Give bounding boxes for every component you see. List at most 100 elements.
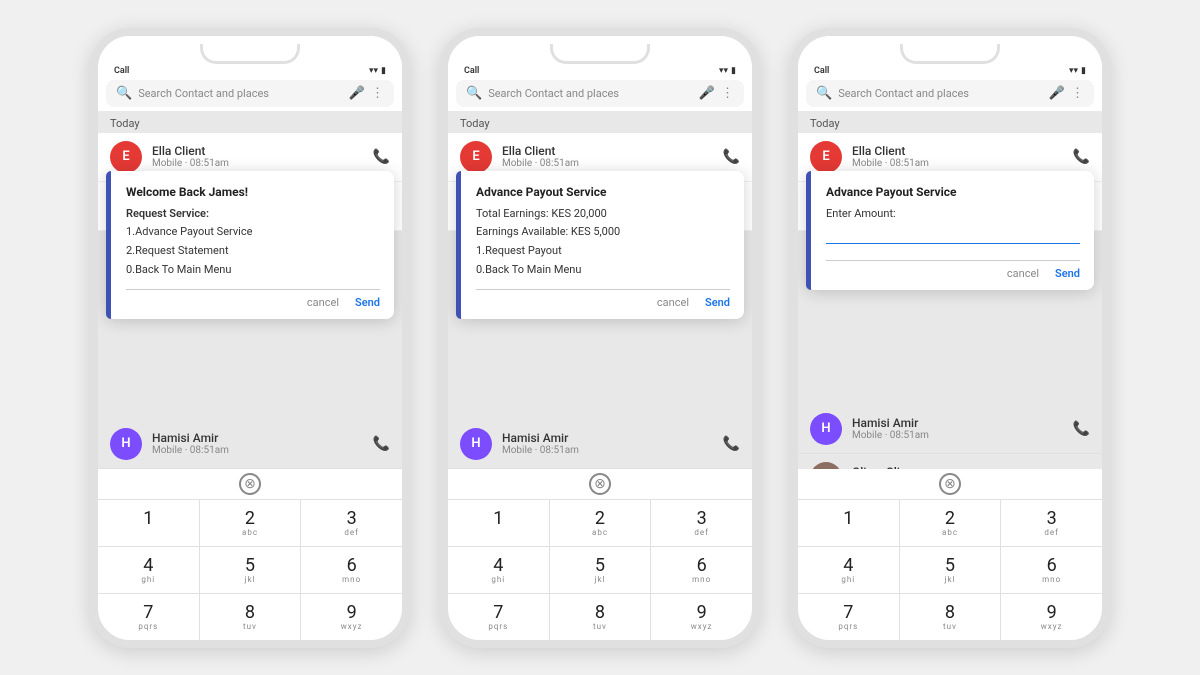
status-bar: Call ▾▾ ▮ [98, 64, 402, 80]
close-numpad-area: ⊗ [98, 469, 402, 499]
status-right: ▾▾ ▮ [719, 66, 736, 76]
send-button[interactable]: Send [705, 296, 730, 309]
contact-sub: Mobile · 08:51am [502, 445, 713, 456]
numpad-key-4[interactable]: 4 ghi [98, 547, 199, 593]
numpad-key-8[interactable]: 8 tuv [200, 594, 301, 640]
numpad-key-3[interactable]: 3 def [301, 500, 402, 546]
contact-sub: Mobile · 08:51am [152, 445, 363, 456]
numpad-key-2[interactable]: 2 abc [200, 500, 301, 546]
notch-area [98, 36, 402, 64]
numpad-key-4[interactable]: 4 ghi [798, 547, 899, 593]
dialog-content: Advance Payout ServiceEnter Amount: canc… [820, 185, 1080, 281]
close-numpad-button[interactable]: ⊗ [939, 473, 961, 495]
search-bar[interactable]: 🔍 Search Contact and places 🎤 ⋮ [106, 80, 394, 107]
numpad-key-5[interactable]: 5 jkl [900, 547, 1001, 593]
notch [550, 44, 650, 64]
dialog-content: Advance Payout Service Total Earnings: KE… [470, 185, 730, 310]
wifi-icon: ▾▾ [1069, 66, 1078, 76]
num-digit: 4 [843, 557, 853, 575]
dialog-overlay: Advance Payout Service Total Earnings: KE… [456, 171, 744, 320]
contact-info: Oliver Clive Mobile · 08:51am [852, 465, 1063, 469]
num-digit: 3 [697, 510, 707, 528]
dialog-overlay: Advance Payout ServiceEnter Amount: canc… [806, 171, 1094, 291]
numpad-key-2[interactable]: 2 abc [900, 500, 1001, 546]
num-digit: 8 [595, 604, 605, 622]
numpad-key-9[interactable]: 9 wxyz [301, 594, 402, 640]
numpad-key-1[interactable]: 1 [448, 500, 549, 546]
num-digit: 3 [347, 510, 357, 528]
dialog-line: Earnings Available: KES 5,000 [476, 223, 730, 242]
num-letters: abc [942, 528, 958, 538]
call-icon[interactable]: 📞 [373, 436, 390, 452]
numpad-key-6[interactable]: 6 mno [301, 547, 402, 593]
send-button[interactable]: Send [1055, 267, 1080, 280]
close-numpad-button[interactable]: ⊗ [589, 473, 611, 495]
num-digit: 6 [697, 557, 707, 575]
numpad-key-9[interactable]: 9 wxyz [651, 594, 752, 640]
numpad-key-5[interactable]: 5 jkl [200, 547, 301, 593]
call-icon[interactable]: 📞 [373, 149, 390, 165]
num-digit: 5 [945, 557, 955, 575]
dialog-body: Total Earnings: KES 20,000Earnings Avail… [476, 205, 730, 280]
num-digit: 7 [493, 604, 503, 622]
call-icon[interactable]: 📞 [1073, 421, 1090, 437]
search-placeholder: Search Contact and places [138, 87, 343, 100]
status-right: ▾▾ ▮ [369, 66, 386, 76]
call-icon[interactable]: 📞 [1073, 149, 1090, 165]
phone-body: Today E Ella Client Mobile · 08:51am 📞 A… [448, 111, 752, 469]
numpad-area: ⊗ 1 2 abc 3 def 4 ghi 5 jkl 6 mno 7 pqrs… [98, 469, 402, 640]
dialog-accent-bar [806, 171, 811, 291]
numpad-key-2[interactable]: 2 abc [550, 500, 651, 546]
num-letters: jkl [245, 575, 256, 585]
contact-item[interactable]: O Oliver Clive Mobile · 08:51am 📞 [798, 454, 1102, 469]
search-bar[interactable]: 🔍 Search Contact and places 🎤 ⋮ [806, 80, 1094, 107]
cancel-button[interactable]: cancel [657, 296, 689, 309]
num-digit: 5 [245, 557, 255, 575]
numpad-key-8[interactable]: 8 tuv [550, 594, 651, 640]
dialog-overlay: Welcome Back James!Request Service:1.Adv… [106, 171, 394, 320]
more-icon: ⋮ [721, 86, 734, 101]
num-digit: 1 [843, 510, 853, 528]
numpad-key-1[interactable]: 1 [798, 500, 899, 546]
numpad-area: ⊗ 1 2 abc 3 def 4 ghi 5 jkl 6 mno 7 pqrs… [448, 469, 752, 640]
dialog-line: Enter Amount: [826, 205, 1080, 224]
cancel-button[interactable]: cancel [1007, 267, 1039, 280]
numpad-key-6[interactable]: 6 mno [651, 547, 752, 593]
numpad-key-4[interactable]: 4 ghi [448, 547, 549, 593]
numpad-key-7[interactable]: 7 pqrs [798, 594, 899, 640]
numpad-key-8[interactable]: 8 tuv [900, 594, 1001, 640]
call-icon[interactable]: 📞 [723, 436, 740, 452]
contact-item[interactable]: H Hamisi Amir Mobile · 08:51am 📞 [448, 420, 752, 469]
numpad-key-9[interactable]: 9 wxyz [1001, 594, 1102, 640]
dialog-input[interactable] [826, 225, 1080, 244]
numpad-key-3[interactable]: 3 def [1001, 500, 1102, 546]
call-icon[interactable]: 📞 [723, 149, 740, 165]
avatar: E [110, 141, 142, 173]
contact-item[interactable]: H Hamisi Amir Mobile · 08:51am 📞 [98, 420, 402, 469]
num-digit: 5 [595, 557, 605, 575]
num-digit: 1 [143, 510, 153, 528]
contact-item[interactable]: H Hamisi Amir Mobile · 08:51am 📞 [798, 405, 1102, 454]
dialog-subtitle: Request Service: [126, 205, 380, 224]
dialog-line: 0.Back To Main Menu [476, 261, 730, 280]
numpad-key-5[interactable]: 5 jkl [550, 547, 651, 593]
wifi-icon: ▾▾ [369, 66, 378, 76]
num-digit: 7 [143, 604, 153, 622]
search-bar[interactable]: 🔍 Search Contact and places 🎤 ⋮ [456, 80, 744, 107]
mic-icon: 🎤 [1049, 86, 1065, 101]
numpad-key-7[interactable]: 7 pqrs [448, 594, 549, 640]
battery-icon: ▮ [731, 66, 736, 76]
numpad-key-1[interactable]: 1 [98, 500, 199, 546]
numpad-key-3[interactable]: 3 def [651, 500, 752, 546]
mic-icon: 🎤 [349, 86, 365, 101]
close-numpad-button[interactable]: ⊗ [239, 473, 261, 495]
numpad-area: ⊗ 1 2 abc 3 def 4 ghi 5 jkl 6 mno 7 pqrs… [798, 469, 1102, 640]
dialog-line: 1.Advance Payout Service [126, 223, 380, 242]
send-button[interactable]: Send [355, 296, 380, 309]
cancel-button[interactable]: cancel [307, 296, 339, 309]
dialog-divider [826, 260, 1080, 261]
dialog-title: Advance Payout Service [476, 185, 730, 199]
numpad-key-6[interactable]: 6 mno [1001, 547, 1102, 593]
num-letters: ghi [841, 575, 855, 585]
numpad-key-7[interactable]: 7 pqrs [98, 594, 199, 640]
